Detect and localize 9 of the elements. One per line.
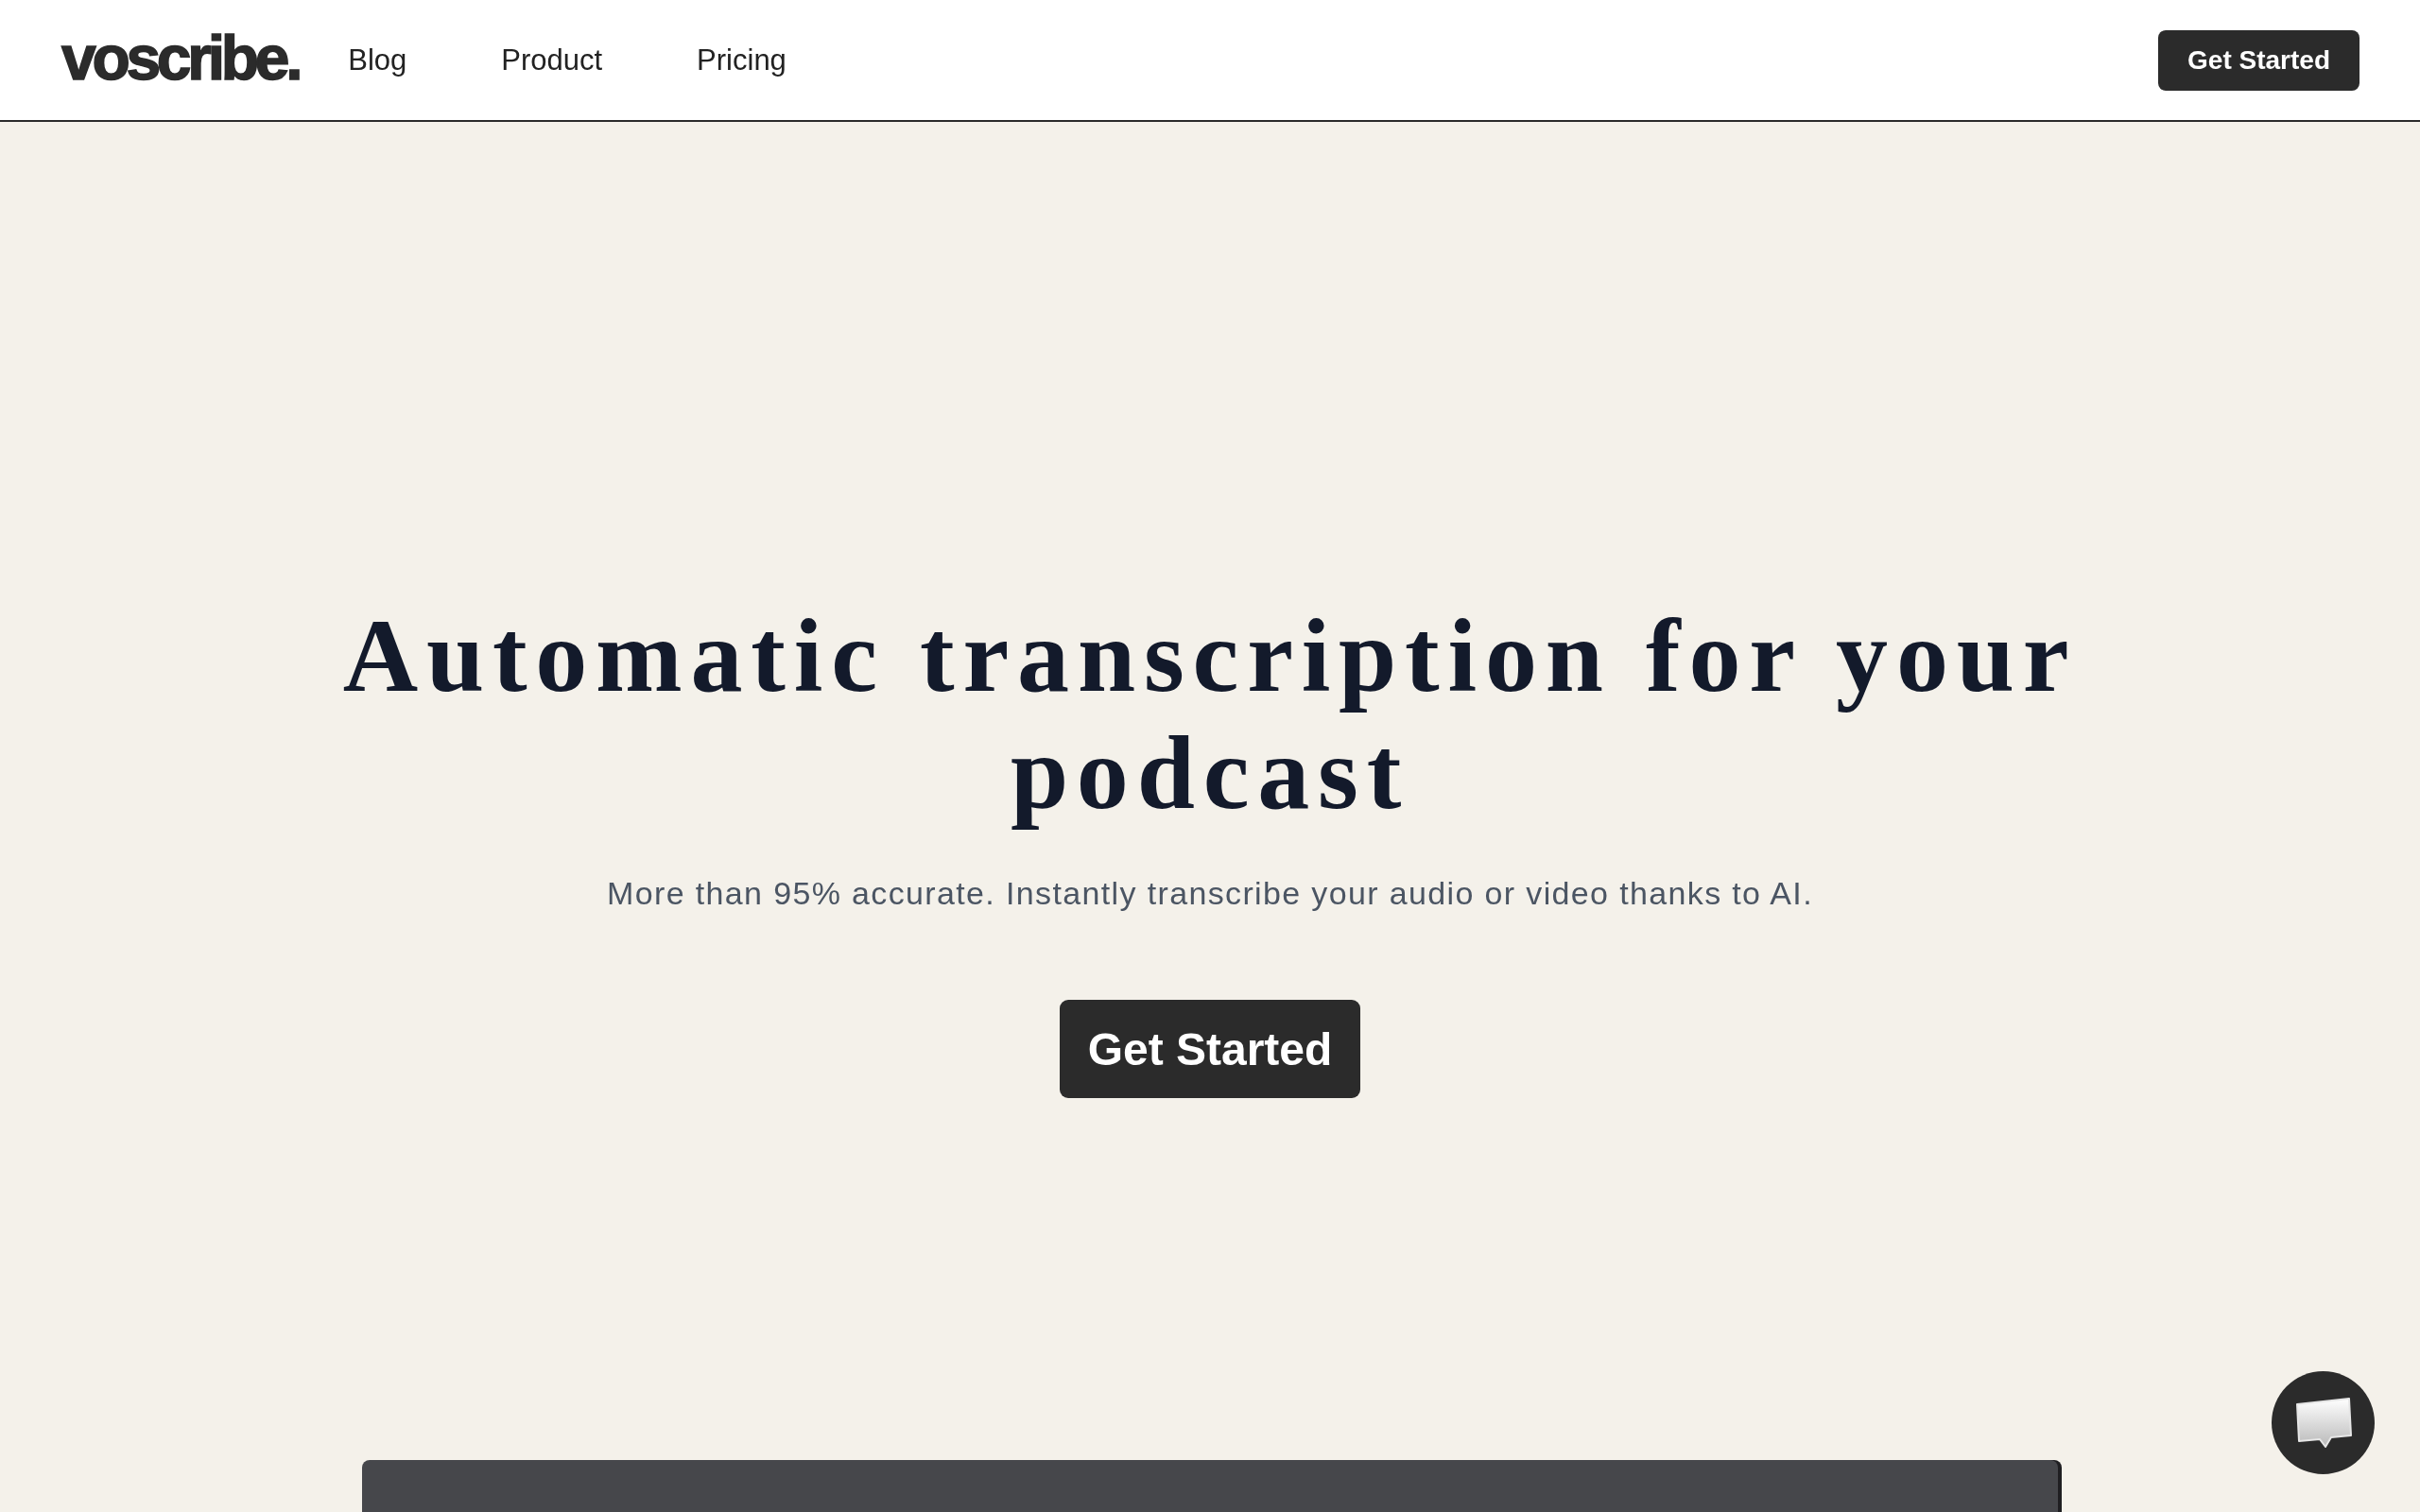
get-started-button[interactable]: Get Started: [2158, 29, 2360, 91]
nav-link[interactable]: Pricing: [697, 42, 786, 78]
logo[interactable]: voscribe.: [61, 26, 300, 89]
speech-bubble-icon: [2293, 1397, 2353, 1449]
hero-heading: Automatic transcription for your podcast: [341, 597, 2079, 832]
nav-link[interactable]: Product: [501, 42, 603, 78]
get-started-button[interactable]: Get Started: [1059, 1000, 1361, 1098]
hero-subtitle: More than 95% accurate. Instantly transcribe your audio or video thanks to AI.: [607, 874, 1813, 913]
nav-link[interactable]: Blog: [348, 42, 407, 78]
